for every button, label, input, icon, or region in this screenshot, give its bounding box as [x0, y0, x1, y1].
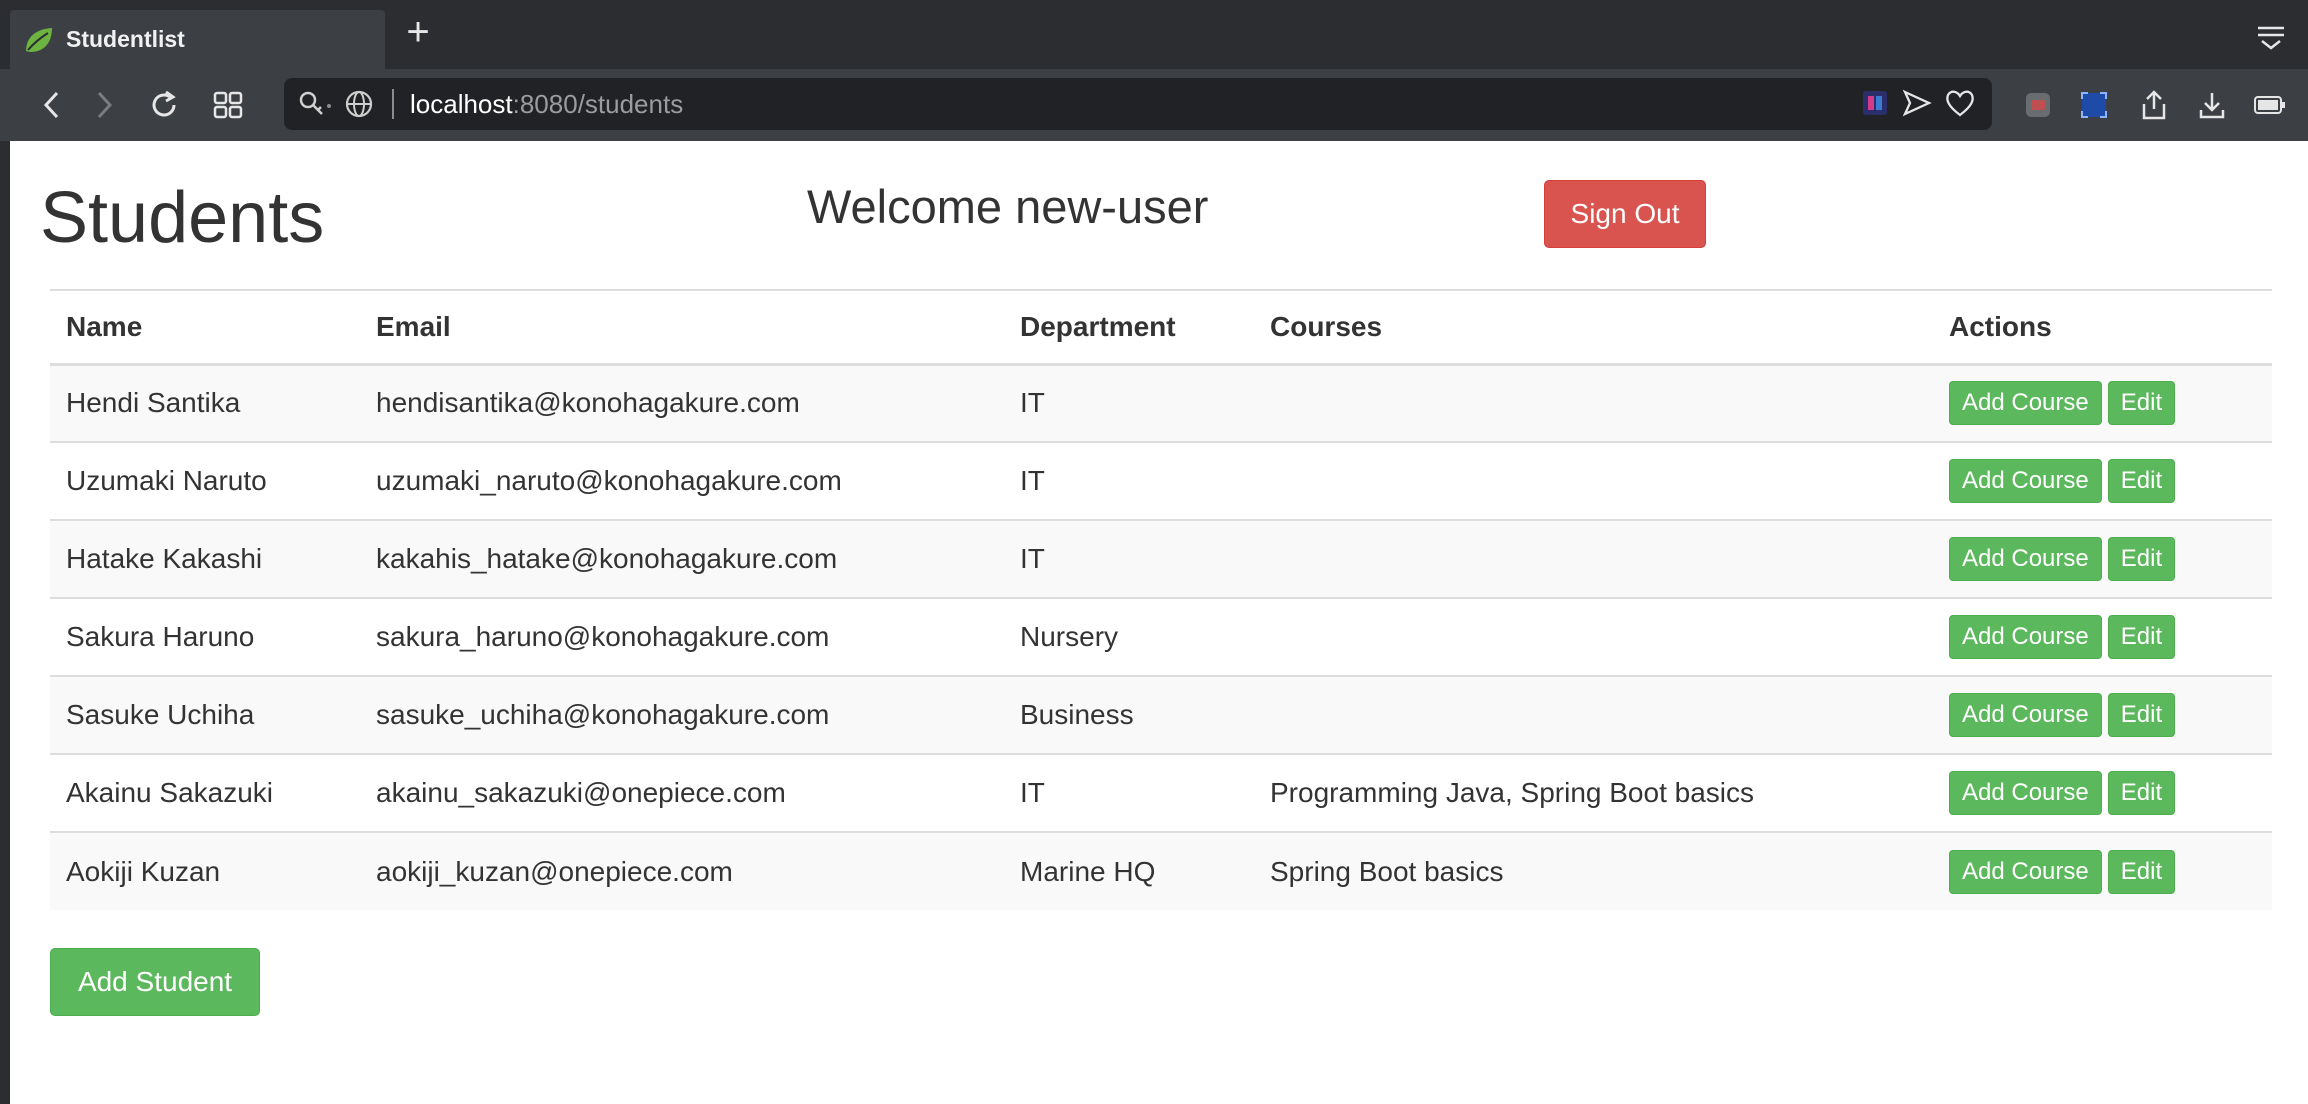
edit-button[interactable]: Edit	[2107, 771, 2176, 815]
spring-leaf-icon	[26, 27, 52, 52]
table-row: Uzumaki Naruto uzumaki_naruto@konohagaku…	[50, 441, 2272, 520]
tab-menu-icon[interactable]	[2254, 22, 2288, 52]
row-actions: Add Course Edit	[1933, 675, 2272, 754]
add-course-button[interactable]: Add Course	[1949, 849, 2102, 894]
student-department: IT	[1004, 519, 1254, 598]
table-row: Aokiji Kuzan aokiji_kuzan@onepiece.com M…	[50, 831, 2272, 910]
edit-button[interactable]: Edit	[2107, 615, 2176, 659]
student-email: hendisantika@konohagakure.com	[360, 363, 1004, 442]
extension-icon[interactable]	[2018, 85, 2058, 125]
header-courses: Courses	[1254, 289, 1933, 366]
edit-button[interactable]: Edit	[2107, 537, 2176, 581]
student-email: sakura_haruno@konohagakure.com	[360, 597, 1004, 676]
row-actions: Add Course Edit	[1933, 363, 2272, 442]
url-host: localhost	[410, 89, 513, 119]
page-content: Students Welcome new-user Sign Out Name …	[10, 141, 2308, 1104]
welcome-message: Welcome new-user	[807, 180, 1209, 233]
edit-button[interactable]: Edit	[2107, 381, 2176, 426]
tab-title: Studentlist	[66, 26, 185, 52]
add-course-button[interactable]: Add Course	[1949, 615, 2102, 659]
student-name: Hatake Kakashi	[50, 519, 360, 598]
student-courses	[1254, 675, 1933, 754]
student-department: IT	[1004, 441, 1254, 520]
student-name: Uzumaki Naruto	[50, 441, 360, 520]
header-department: Department	[1004, 289, 1254, 366]
student-name: Sakura Haruno	[50, 597, 360, 676]
row-actions: Add Course Edit	[1933, 597, 2272, 676]
edit-button[interactable]: Edit	[2107, 849, 2176, 894]
globe-icon	[345, 90, 373, 118]
browser-toolbar: localhost:8080/students	[0, 69, 2308, 141]
url-divider	[392, 89, 394, 119]
add-course-button[interactable]: Add Course	[1949, 459, 2102, 503]
row-actions: Add Course Edit	[1933, 831, 2272, 910]
table-row: Hendi Santika hendisantika@konohagakure.…	[50, 363, 2272, 442]
student-email: sasuke_uchiha@konohagakure.com	[360, 675, 1004, 754]
student-name: Aokiji Kuzan	[50, 831, 360, 910]
student-department: IT	[1004, 363, 1254, 442]
reload-icon[interactable]	[142, 83, 186, 127]
screenshot-extension-icon[interactable]	[2074, 85, 2114, 125]
extension-badge-icon[interactable]	[1860, 88, 1890, 118]
add-course-button[interactable]: Add Course	[1949, 381, 2102, 426]
battery-icon[interactable]	[2250, 85, 2290, 125]
url-text[interactable]: localhost:8080/students	[410, 78, 683, 130]
row-actions: Add Course Edit	[1933, 441, 2272, 520]
student-email: kakahis_hatake@konohagakure.com	[360, 519, 1004, 598]
sign-out-button[interactable]: Sign Out	[1544, 180, 1706, 248]
header-name: Name	[50, 289, 360, 366]
student-email: aokiji_kuzan@onepiece.com	[360, 831, 1004, 910]
window-edge	[0, 141, 10, 1104]
header-email: Email	[360, 289, 1004, 366]
add-course-button[interactable]: Add Course	[1949, 693, 2102, 737]
table-header-row: Name Email Department Courses Actions	[50, 289, 2272, 366]
header-actions: Actions	[1933, 289, 2272, 366]
send-icon[interactable]	[1902, 88, 1932, 118]
url-path: :8080/students	[512, 89, 684, 119]
student-courses	[1254, 363, 1933, 442]
site-key-icon[interactable]	[298, 90, 332, 118]
student-name: Sasuke Uchiha	[50, 675, 360, 754]
share-icon[interactable]	[2134, 85, 2174, 125]
table-row: Akainu Sakazuki akainu_sakazuki@onepiece…	[50, 753, 2272, 832]
student-courses	[1254, 597, 1933, 676]
heart-icon[interactable]	[1944, 88, 1976, 118]
table-row: Hatake Kakashi kakahis_hatake@konohagaku…	[50, 519, 2272, 598]
edit-button[interactable]: Edit	[2107, 459, 2176, 503]
forward-icon[interactable]	[82, 83, 126, 127]
add-student-button[interactable]: Add Student	[50, 948, 260, 1016]
student-courses	[1254, 519, 1933, 598]
students-table: Name Email Department Courses Actions He…	[50, 289, 2272, 910]
student-department: IT	[1004, 753, 1254, 832]
tab-grid-icon[interactable]	[206, 83, 250, 127]
student-department: Marine HQ	[1004, 831, 1254, 910]
address-bar[interactable]: localhost:8080/students	[284, 78, 1992, 130]
student-department: Nursery	[1004, 597, 1254, 676]
download-icon[interactable]	[2192, 85, 2232, 125]
add-course-button[interactable]: Add Course	[1949, 771, 2102, 815]
student-courses: Spring Boot basics	[1254, 831, 1933, 910]
row-actions: Add Course Edit	[1933, 519, 2272, 598]
browser-tabbar: Studentlist +	[0, 0, 2308, 69]
edit-button[interactable]: Edit	[2107, 693, 2176, 737]
student-name: Hendi Santika	[50, 363, 360, 442]
row-actions: Add Course Edit	[1933, 753, 2272, 832]
add-course-button[interactable]: Add Course	[1949, 537, 2102, 581]
student-courses: Programming Java, Spring Boot basics	[1254, 753, 1933, 832]
page-title: Students	[40, 178, 325, 258]
student-name: Akainu Sakazuki	[50, 753, 360, 832]
new-tab-icon[interactable]: +	[400, 12, 436, 52]
table-row: Sakura Haruno sakura_haruno@konohagakure…	[50, 597, 2272, 676]
back-icon[interactable]	[30, 83, 74, 127]
student-department: Business	[1004, 675, 1254, 754]
student-email: akainu_sakazuki@onepiece.com	[360, 753, 1004, 832]
table-row: Sasuke Uchiha sasuke_uchiha@konohagakure…	[50, 675, 2272, 754]
student-email: uzumaki_naruto@konohagakure.com	[360, 441, 1004, 520]
student-courses	[1254, 441, 1933, 520]
browser-tab[interactable]: Studentlist	[10, 10, 385, 69]
